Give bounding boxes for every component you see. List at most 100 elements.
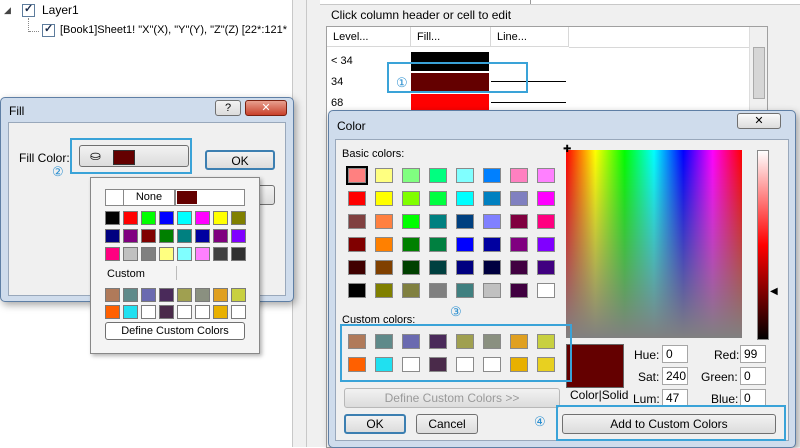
luminance-bar[interactable] (757, 150, 769, 340)
basic-color-swatch[interactable] (402, 168, 420, 183)
basic-color-swatch[interactable] (456, 214, 474, 229)
basic-color-swatch[interactable] (510, 260, 528, 275)
basic-color-swatch[interactable] (348, 214, 366, 229)
custom-swatch[interactable] (123, 288, 138, 302)
basic-color-swatch[interactable] (537, 260, 555, 275)
plot-label[interactable]: [Book1]Sheet1! "X"(X), "Y"(Y), "Z"(Z) [2… (60, 24, 287, 36)
scroll-thumb[interactable] (753, 47, 765, 99)
none-option[interactable]: None (123, 189, 175, 206)
basic-color-swatch[interactable] (483, 168, 501, 183)
palette-swatch[interactable] (141, 229, 156, 243)
palette-swatch[interactable] (159, 229, 174, 243)
custom-swatch[interactable] (105, 288, 120, 302)
basic-color-swatch[interactable] (375, 260, 393, 275)
collapse-arrow-icon[interactable]: ◢ (4, 5, 11, 16)
custom-swatch[interactable] (231, 305, 246, 319)
row-line[interactable] (491, 102, 566, 103)
row-level[interactable]: 34 (331, 76, 343, 88)
basic-color-swatch[interactable] (402, 191, 420, 206)
define-custom-colors-button[interactable]: Define Custom Colors (105, 322, 245, 340)
basic-color-swatch[interactable] (483, 191, 501, 206)
custom-swatch[interactable] (159, 305, 174, 319)
palette-swatch[interactable] (231, 247, 246, 261)
palette-swatch[interactable] (123, 247, 138, 261)
basic-color-swatch[interactable] (429, 168, 447, 183)
basic-color-swatch[interactable] (483, 237, 501, 252)
basic-color-swatch[interactable] (510, 283, 528, 298)
basic-color-swatch[interactable] (456, 260, 474, 275)
color-spectrum[interactable]: ✚ (563, 144, 742, 338)
custom-swatch[interactable] (177, 305, 192, 319)
basic-color-swatch[interactable] (510, 191, 528, 206)
blank-swatch[interactable] (105, 189, 125, 206)
palette-swatch[interactable] (213, 247, 228, 261)
custom-swatch[interactable] (231, 288, 246, 302)
palette-swatch[interactable] (195, 229, 210, 243)
red-field[interactable]: 99 (740, 345, 766, 363)
cancel-button[interactable]: Cancel (416, 414, 478, 434)
palette-swatch[interactable] (105, 247, 120, 261)
basic-color-swatch[interactable] (375, 168, 393, 183)
custom-swatch[interactable] (213, 305, 228, 319)
palette-swatch[interactable] (123, 229, 138, 243)
palette-swatch[interactable] (177, 247, 192, 261)
palette-swatch[interactable] (195, 211, 210, 225)
custom-swatch[interactable] (195, 288, 210, 302)
recent-color-slot[interactable] (175, 189, 245, 206)
basic-color-swatch[interactable] (483, 260, 501, 275)
basic-color-swatch[interactable] (375, 191, 393, 206)
custom-swatch[interactable] (159, 288, 174, 302)
basic-color-swatch[interactable] (456, 168, 474, 183)
palette-swatch[interactable] (195, 247, 210, 261)
basic-color-swatch[interactable] (483, 214, 501, 229)
basic-color-swatch[interactable] (429, 283, 447, 298)
close-button[interactable]: ✕ (737, 113, 781, 129)
luminance-arrow-icon[interactable]: ◀ (770, 286, 778, 297)
define-custom-colors-button[interactable]: Define Custom Colors >> (344, 388, 560, 408)
custom-swatch[interactable] (105, 305, 120, 319)
palette-swatch[interactable] (177, 229, 192, 243)
palette-swatch[interactable] (159, 247, 174, 261)
help-button[interactable]: ? (215, 100, 241, 116)
palette-swatch[interactable] (231, 211, 246, 225)
palette-swatch[interactable] (141, 211, 156, 225)
basic-color-swatch[interactable] (537, 237, 555, 252)
basic-color-swatch[interactable] (537, 191, 555, 206)
basic-color-swatch[interactable] (348, 237, 366, 252)
basic-color-swatch[interactable] (348, 191, 366, 206)
header-line[interactable]: Line... (491, 27, 569, 47)
basic-color-swatch[interactable] (429, 237, 447, 252)
palette-swatch[interactable] (141, 247, 156, 261)
basic-color-swatch[interactable] (537, 168, 555, 183)
sat-field[interactable]: 240 (662, 367, 688, 385)
palette-swatch[interactable] (213, 229, 228, 243)
green-field[interactable]: 0 (740, 367, 766, 385)
palette-swatch[interactable] (123, 211, 138, 225)
basic-color-swatch[interactable] (537, 214, 555, 229)
header-fill[interactable]: Fill... (411, 27, 491, 47)
plot-checkbox[interactable] (42, 22, 55, 37)
row-level[interactable]: 68 (331, 97, 343, 109)
palette-swatch[interactable] (105, 211, 120, 225)
custom-swatch[interactable] (141, 288, 156, 302)
header-level[interactable]: Level... (327, 27, 411, 47)
basic-color-swatch[interactable] (456, 283, 474, 298)
basic-color-swatch[interactable] (402, 214, 420, 229)
basic-color-swatch[interactable] (429, 260, 447, 275)
basic-color-swatch[interactable] (402, 260, 420, 275)
custom-swatch[interactable] (141, 305, 156, 319)
ok-button[interactable]: OK (205, 150, 275, 170)
basic-color-swatch[interactable] (510, 214, 528, 229)
basic-color-swatch[interactable] (510, 237, 528, 252)
basic-color-swatch[interactable] (375, 237, 393, 252)
palette-swatch[interactable] (213, 211, 228, 225)
close-button[interactable]: ✕ (245, 100, 287, 116)
ok-button[interactable]: OK (344, 414, 406, 434)
basic-color-swatch[interactable] (537, 283, 555, 298)
layer-label[interactable]: Layer1 (42, 3, 79, 17)
basic-color-swatch[interactable] (510, 168, 528, 183)
row-level[interactable]: < 34 (331, 55, 353, 67)
basic-color-swatch[interactable] (402, 237, 420, 252)
layer-checkbox[interactable] (22, 2, 35, 17)
custom-swatch[interactable] (213, 288, 228, 302)
